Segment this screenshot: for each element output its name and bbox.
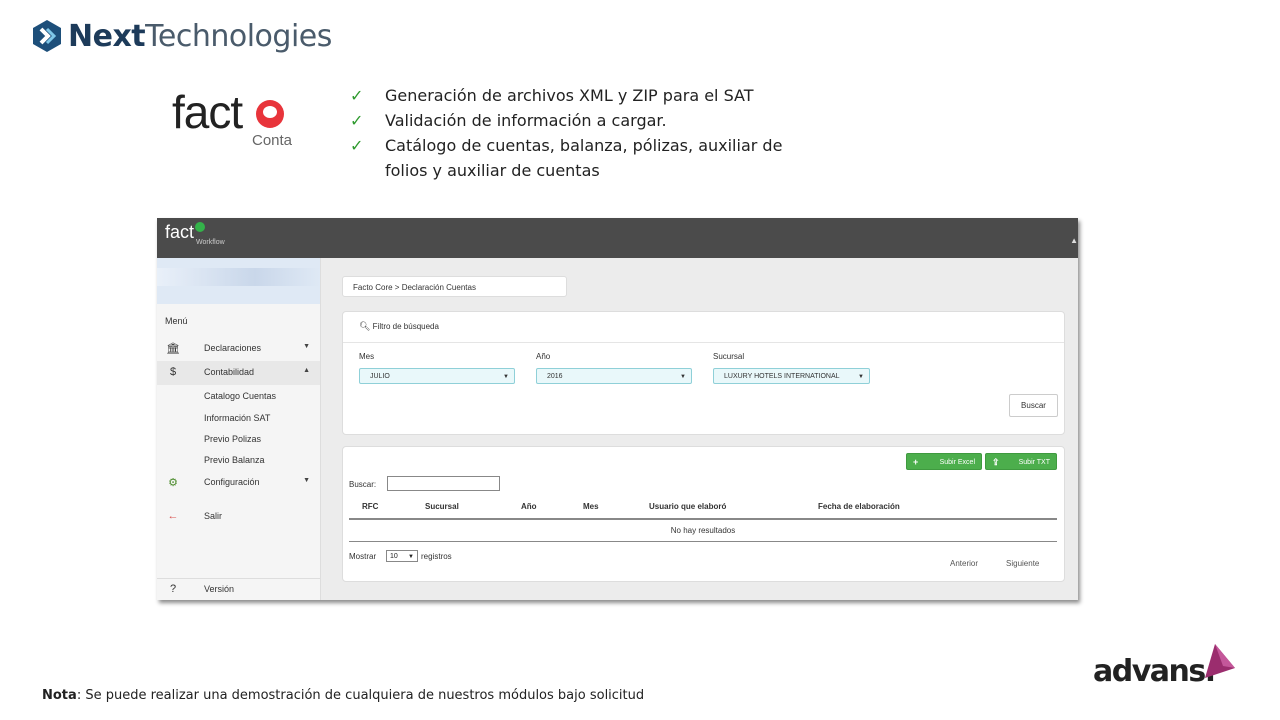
advans-logo: advans. xyxy=(1093,644,1238,692)
registros-label: registros xyxy=(421,552,452,561)
chevron-down-icon: ▼ xyxy=(303,343,310,350)
chevron-down-icon: ▼ xyxy=(303,477,310,484)
exit-arrow-icon: ← xyxy=(167,510,179,522)
feature-item: ✓ Generación de archivos XML y ZIP para e… xyxy=(350,83,820,108)
search-icon: 🔍︎ xyxy=(359,321,371,331)
app-logo-subtitle: Workflow xyxy=(196,239,225,246)
sidebar-subitem-catalogo[interactable]: Catalogo Cuentas xyxy=(204,391,276,401)
anio-select[interactable]: 2016 ▼ xyxy=(536,368,692,384)
feature-item: ✓ Validación de información a cargar. xyxy=(350,108,820,133)
column-header-sucursal[interactable]: Sucursal xyxy=(425,502,459,511)
chevron-up-icon: ▲ xyxy=(303,367,310,374)
column-header-rfc[interactable]: RFC xyxy=(362,502,378,511)
mes-label: Mes xyxy=(359,352,375,361)
mes-select[interactable]: JULIO ▼ xyxy=(359,368,515,384)
user-menu-icon[interactable]: ▲ xyxy=(1070,236,1078,245)
conta-subtitle: Conta xyxy=(252,132,293,149)
dropdown-arrow-icon: ▼ xyxy=(680,374,686,380)
footer-note: Nota: Se puede realizar una demostración… xyxy=(42,688,645,703)
menu-header: Menú xyxy=(165,316,188,326)
filter-panel: 🔍︎ Filtro de búsqueda Mes JULIO ▼ Año 201… xyxy=(342,311,1065,435)
user-banner xyxy=(157,258,320,304)
breadcrumb: Facto Core > Declaración Cuentas xyxy=(342,276,567,297)
facto-o-icon xyxy=(256,100,284,128)
filter-title: 🔍︎ Filtro de búsqueda xyxy=(359,321,439,331)
page-size-select[interactable]: 10 ▼ xyxy=(386,550,418,562)
dollar-icon: $ xyxy=(169,366,177,378)
sidebar-item-contabilidad[interactable]: $ Contabilidad ▲ xyxy=(157,361,320,385)
sucursal-select[interactable]: LUXURY HOTELS INTERNATIONAL ▼ xyxy=(713,368,870,384)
column-header-mes[interactable]: Mes xyxy=(583,502,599,511)
sidebar-item-salir[interactable]: ← Salir xyxy=(157,505,320,529)
sidebar: Menú 🏛 Declaraciones ▼ $ Contabilidad ▲ … xyxy=(157,258,321,600)
pagination-previous[interactable]: Anterior xyxy=(950,559,978,568)
bank-icon: 🏛 xyxy=(166,343,180,355)
checkmark-icon: ✓ xyxy=(350,136,364,155)
next-technologies-wordmark: NextTechnologies xyxy=(68,18,332,54)
advans-mark-icon xyxy=(1205,644,1235,678)
column-header-usuario[interactable]: Usuario que elaboró xyxy=(649,502,726,511)
buscar-input[interactable] xyxy=(387,476,500,491)
gears-icon: ⚙ xyxy=(168,477,178,489)
dropdown-arrow-icon: ▼ xyxy=(503,374,509,380)
sucursal-label: Sucursal xyxy=(713,352,745,361)
buscar-button[interactable]: Buscar xyxy=(1009,394,1058,417)
dropdown-arrow-icon: ▼ xyxy=(408,554,414,560)
logo-dot-icon xyxy=(195,222,206,232)
sidebar-item-configuracion[interactable]: ⚙ Configuración ▼ xyxy=(157,471,320,495)
facto-word: fact xyxy=(172,86,243,138)
question-icon: ? xyxy=(169,583,177,595)
sidebar-subitem-previo-polizas[interactable]: Previo Polizas xyxy=(204,434,261,444)
checkmark-icon: ✓ xyxy=(350,111,364,130)
column-header-anio[interactable]: Año xyxy=(521,502,537,511)
sidebar-subitem-previo-balanza[interactable]: Previo Balanza xyxy=(204,455,265,465)
advans-wordmark: advans. xyxy=(1093,654,1216,689)
sidebar-item-declaraciones[interactable]: 🏛 Declaraciones ▼ xyxy=(157,337,320,361)
checkmark-icon: ✓ xyxy=(350,86,364,105)
facto-conta-logo: fact Conta xyxy=(172,86,302,156)
column-header-fecha[interactable]: Fecha de elaboración xyxy=(818,502,900,511)
anio-label: Año xyxy=(536,352,551,361)
next-technologies-mark-icon xyxy=(33,20,61,52)
pagination-next[interactable]: Siguiente xyxy=(1006,559,1039,568)
sidebar-subitem-informacion-sat[interactable]: Información SAT xyxy=(204,413,270,423)
next-technologies-logo: NextTechnologies xyxy=(30,16,332,56)
app-topbar: fact Workflow ▲ xyxy=(157,218,1078,258)
dropdown-arrow-icon: ▼ xyxy=(858,374,864,380)
upload-icon: ⇪ xyxy=(992,457,1000,467)
sidebar-item-version[interactable]: ? Versión xyxy=(157,578,320,600)
plus-icon: + xyxy=(913,457,919,467)
empty-results-message: No hay resultados xyxy=(670,526,736,535)
buscar-label: Buscar: xyxy=(349,480,377,489)
app-screenshot: fact Workflow ▲ Menú 🏛 Declaraciones ▼ $… xyxy=(157,218,1078,600)
feature-item: ✓ Catálogo de cuentas, balanza, pólizas, … xyxy=(350,133,820,183)
feature-list: ✓ Generación de archivos XML y ZIP para e… xyxy=(350,83,820,183)
results-panel: + Subir Excel ⇪ Subir TXT Buscar: RFC Sucu… xyxy=(342,446,1065,582)
mostrar-label: Mostrar xyxy=(349,552,377,561)
subir-excel-button[interactable]: + Subir Excel xyxy=(906,453,982,470)
subir-txt-button[interactable]: ⇪ Subir TXT xyxy=(985,453,1057,470)
